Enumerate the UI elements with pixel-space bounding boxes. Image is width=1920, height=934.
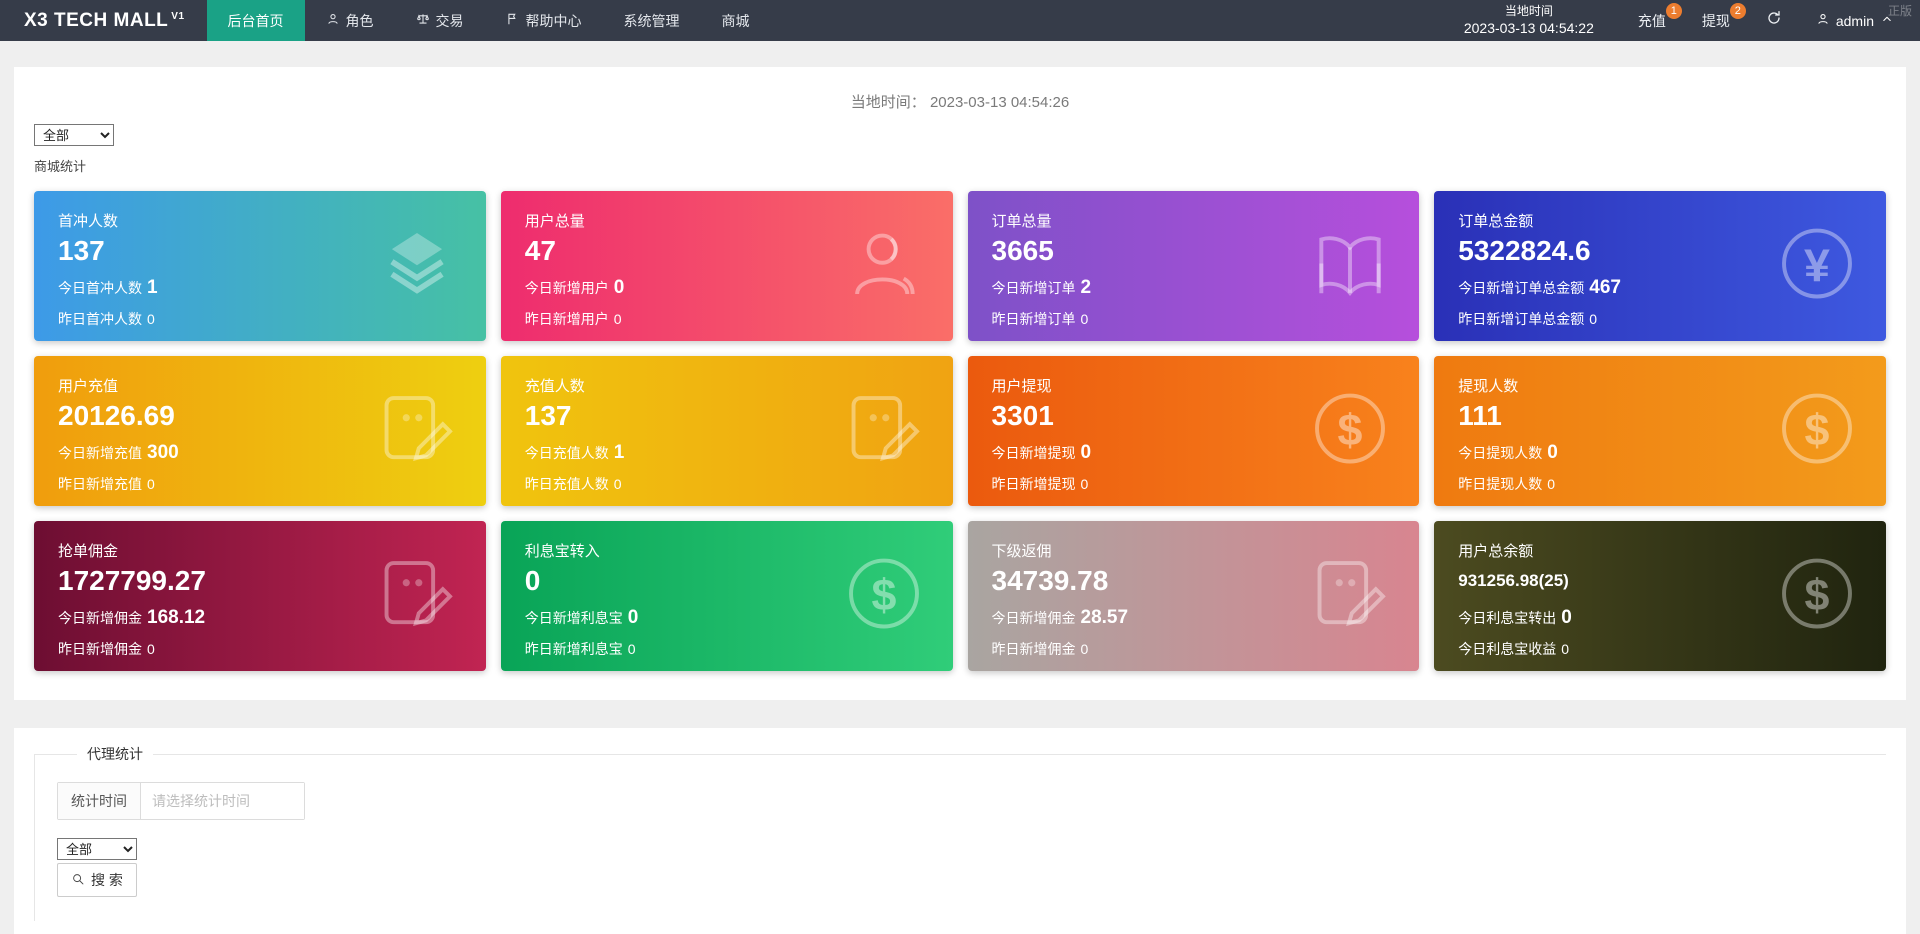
edit-doc-icon bbox=[1307, 551, 1393, 642]
yen-circle-icon: ¥ bbox=[1774, 221, 1860, 312]
stat-card-9: 抢单佣金 1727799.27 今日新增佣金 168.12 昨日新增佣金 0 bbox=[34, 521, 486, 671]
stat-time-label: 统计时间 bbox=[58, 783, 141, 819]
local-time-value: 2023-03-13 04:54:22 bbox=[1463, 20, 1594, 37]
top-navbar: X3 TECH MALL V1 后台首页 角色 交易 帮助中心 系统管理 商城 当地时间 … bbox=[0, 0, 1920, 41]
stat-time-input[interactable] bbox=[141, 783, 304, 819]
agent-stats-legend: 代理统计 bbox=[87, 746, 143, 762]
genuine-watermark: 正版 bbox=[1887, 4, 1912, 18]
svg-text:$: $ bbox=[1805, 570, 1830, 620]
stat-time-group: 统计时间 bbox=[57, 782, 305, 820]
svg-text:$: $ bbox=[1805, 405, 1830, 455]
stat-card-5: 用户充值 20126.69 今日新增充值 300 昨日新增充值 0 bbox=[34, 356, 486, 506]
stat-card-8: 提现人数 111 今日提现人数 0 昨日提现人数 0 $ bbox=[1434, 356, 1886, 506]
stat-card-4: 订单总金额 5322824.6 今日新增订单总金额 467 昨日新增订单总金额 0 ¥ bbox=[1434, 191, 1886, 341]
username: admin bbox=[1835, 12, 1874, 29]
edit-doc-icon bbox=[841, 386, 927, 477]
nav-item-6[interactable]: 商城 bbox=[701, 0, 771, 41]
stat-card-yesterday-line: 昨日提现人数 0 bbox=[1458, 475, 1556, 492]
stat-card-yesterday-line: 昨日新增订单 0 bbox=[991, 310, 1089, 327]
stat-card-yesterday-line: 昨日新增佣金 0 bbox=[58, 640, 155, 657]
nav-item-3[interactable]: 交易 bbox=[395, 0, 485, 41]
refresh-button[interactable] bbox=[1748, 10, 1800, 31]
stat-card-yesterday-line: 今日利息宝收益 0 bbox=[1458, 640, 1570, 657]
navbar-local-time: 当地时间 2023-03-13 04:54:22 bbox=[1438, 3, 1620, 38]
search-button[interactable]: 搜 索 bbox=[57, 863, 137, 897]
page-local-time: 当地时间： 2023-03-13 04:54:26 bbox=[850, 94, 1070, 111]
stat-card-1: 首冲人数 137 今日首冲人数 1 昨日首冲人数 0 bbox=[34, 191, 486, 341]
mall-stats-panel: 当地时间： 2023-03-13 04:54:26 全部 商城统计 首冲人数 13… bbox=[14, 67, 1906, 700]
agent-scope-select[interactable]: 全部 bbox=[57, 838, 137, 860]
recharge-badge: 1 bbox=[1665, 3, 1682, 19]
stat-cards-grid: 首冲人数 137 今日首冲人数 1 昨日首冲人数 0 用户总量 47 今日新增用户 0 昨日新增用户… bbox=[34, 191, 1886, 671]
search-icon bbox=[71, 872, 85, 889]
stat-card-yesterday-line: 昨日新增用户 0 bbox=[524, 310, 622, 327]
section-label: 商城统计 bbox=[34, 159, 87, 174]
dollar-circle-icon: $ bbox=[1774, 551, 1860, 642]
nav-item-label: 角色 bbox=[345, 12, 374, 29]
agent-stats-fieldset: 代理统计 统计时间 全部 搜 索 bbox=[34, 744, 1886, 921]
layers-icon bbox=[374, 221, 460, 312]
agent-stats-panel: 代理统计 统计时间 全部 搜 索 姓名客服数量累计用户团队余额今日充值累计充值今… bbox=[14, 728, 1906, 934]
dollar-circle-icon: $ bbox=[1307, 386, 1393, 477]
recharge-button[interactable]: 充值 1 bbox=[1620, 0, 1684, 41]
nav-item-1[interactable]: 后台首页 bbox=[206, 0, 305, 41]
local-time-label: 当地时间 bbox=[1504, 3, 1553, 18]
stat-card-yesterday-line: 昨日充值人数 0 bbox=[524, 475, 622, 492]
nav-item-label: 商城 bbox=[721, 12, 750, 29]
person-outline-icon bbox=[841, 221, 927, 312]
stat-card-yesterday-line: 昨日新增提现 0 bbox=[991, 475, 1089, 492]
stat-card-6: 充值人数 137 今日充值人数 1 昨日充值人数 0 bbox=[500, 356, 953, 506]
dollar-circle-icon: $ bbox=[841, 551, 927, 642]
edit-doc-icon bbox=[374, 551, 460, 642]
nav-item-4[interactable]: 帮助中心 bbox=[485, 0, 603, 41]
flag-icon bbox=[506, 12, 520, 29]
nav-item-label: 交易 bbox=[435, 12, 464, 29]
main-nav: 后台首页 角色 交易 帮助中心 系统管理 商城 bbox=[206, 0, 771, 41]
stat-card-11: 下级返佣 34739.78 今日新增佣金 28.57 昨日新增佣金 0 bbox=[967, 521, 1420, 671]
dollar-circle-icon: $ bbox=[1774, 386, 1860, 477]
nav-item-2[interactable]: 角色 bbox=[305, 0, 395, 41]
stat-card-yesterday-line: 昨日新增充值 0 bbox=[58, 475, 155, 492]
stat-card-yesterday-line: 昨日新增佣金 0 bbox=[991, 640, 1089, 657]
stat-card-3: 订单总量 3665 今日新增订单 2 昨日新增订单 0 bbox=[967, 191, 1420, 341]
brand-version: V1 bbox=[171, 11, 185, 22]
nav-item-label: 帮助中心 bbox=[525, 12, 582, 29]
withdraw-badge: 2 bbox=[1729, 3, 1746, 19]
brand-logo[interactable]: X3 TECH MALL V1 bbox=[0, 0, 207, 41]
edit-doc-icon bbox=[374, 386, 460, 477]
svg-text:$: $ bbox=[871, 570, 896, 620]
scales-icon bbox=[416, 12, 430, 29]
stat-card-10: 利息宝转入 0 今日新增利息宝 0 昨日新增利息宝 0 $ bbox=[500, 521, 953, 671]
person-icon bbox=[326, 12, 340, 29]
nav-item-5[interactable]: 系统管理 bbox=[603, 0, 701, 41]
stat-card-12: 用户总余额 931256.98(25) 今日利息宝转出 0 今日利息宝收益 0 $ bbox=[1434, 521, 1886, 671]
stat-card-yesterday-line: 昨日新增订单总金额 0 bbox=[1458, 310, 1598, 327]
navbar-right: 当地时间 2023-03-13 04:54:22 充值 1 提现 2 admin bbox=[1438, 0, 1920, 41]
stat-card-yesterday-line: 昨日首冲人数 0 bbox=[58, 310, 155, 327]
svg-text:$: $ bbox=[1338, 405, 1363, 455]
nav-item-label: 系统管理 bbox=[623, 12, 680, 29]
stat-card-2: 用户总量 47 今日新增用户 0 昨日新增用户 0 bbox=[500, 191, 953, 341]
book-icon bbox=[1307, 221, 1393, 312]
refresh-icon bbox=[1766, 10, 1782, 31]
stats-scope-select[interactable]: 全部 bbox=[34, 124, 114, 146]
nav-item-label: 后台首页 bbox=[227, 12, 284, 29]
withdraw-button[interactable]: 提现 2 bbox=[1684, 0, 1748, 41]
svg-text:¥: ¥ bbox=[1804, 239, 1830, 291]
stat-card-7: 用户提现 3301 今日新增提现 0 昨日新增提现 0 $ bbox=[967, 356, 1420, 506]
user-icon bbox=[1816, 12, 1830, 29]
stat-card-yesterday-line: 昨日新增利息宝 0 bbox=[524, 640, 636, 657]
